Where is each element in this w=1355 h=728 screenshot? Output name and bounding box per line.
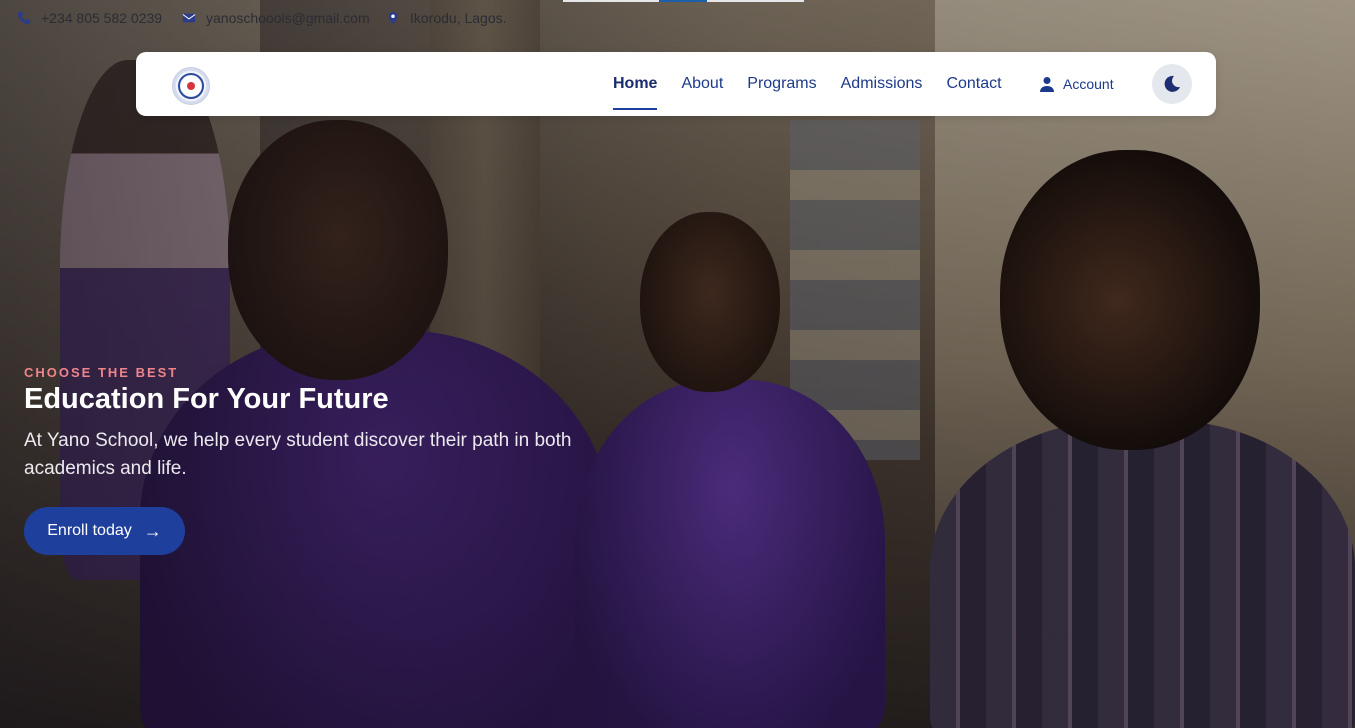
- moon-icon: [1164, 75, 1180, 92]
- phone-icon: [17, 11, 31, 25]
- account-label: Account: [1063, 76, 1114, 92]
- contact-location: Ikorodu, Lagos.: [386, 10, 507, 26]
- map-pin-icon: [388, 11, 398, 25]
- nav-links: Home About Programs Admissions Contact: [613, 52, 1026, 116]
- account-button[interactable]: Account: [1040, 52, 1114, 116]
- school-logo[interactable]: [172, 67, 210, 105]
- arrow-right-icon: →: [143, 520, 162, 541]
- location-text: Ikorodu, Lagos.: [410, 10, 507, 26]
- hero-headline: Education For Your Future: [24, 383, 389, 415]
- contact-email[interactable]: yanoschoools@gmail.com: [182, 10, 370, 26]
- hero-eyebrow: CHOOSE THE BEST: [24, 365, 179, 380]
- top-progress-strip: [563, 0, 804, 2]
- hero-lead-text: At Yano School, we help every student di…: [24, 430, 572, 479]
- user-icon: [1040, 77, 1054, 92]
- enroll-button-label: Enroll today: [47, 522, 132, 539]
- phone-text: +234 805 582 0239: [41, 10, 163, 26]
- nav-link-about[interactable]: About: [681, 52, 723, 116]
- nav-link-home[interactable]: Home: [613, 52, 658, 116]
- nav-link-contact[interactable]: Contact: [946, 52, 1001, 116]
- contact-phone[interactable]: +234 805 582 0239: [17, 10, 162, 26]
- top-contact-bar: +234 805 582 0239 yanoschoools@gmail.com…: [0, 0, 1355, 36]
- email-text: yanoschoools@gmail.com: [206, 10, 370, 26]
- enroll-today-button[interactable]: Enroll today →: [24, 507, 185, 555]
- main-navbar: Home About Programs Admissions Contact A…: [136, 52, 1216, 116]
- nav-link-programs[interactable]: Programs: [747, 52, 816, 116]
- envelope-icon: [182, 13, 196, 23]
- theme-toggle-button[interactable]: [1152, 64, 1192, 104]
- nav-link-admissions[interactable]: Admissions: [841, 52, 923, 116]
